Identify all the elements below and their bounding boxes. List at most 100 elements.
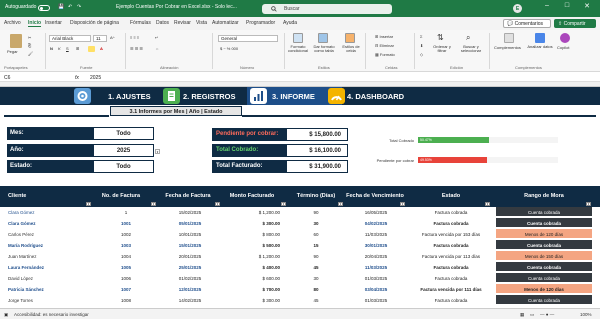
insert-cells-button[interactable]: ⊞ Insertar [375,34,393,39]
table-row[interactable]: Juan Martínez 1004 20/01/2025 $ 1,200.00 90 2… [0,251,600,261]
copilot-icon[interactable] [560,33,570,43]
tab-formulas[interactable]: Fórmulas [130,20,151,26]
tab-archivo[interactable]: Archivo [4,20,21,26]
tab-disposicion[interactable]: Disposición de página [70,20,119,26]
find-select-icon[interactable]: ⌕ [466,33,470,43]
estado-select[interactable]: Todo [93,160,154,173]
filter-icon[interactable]: ▾ [586,202,591,206]
redo-icon[interactable]: ↷ [77,4,81,10]
sort-filter-icon[interactable]: ⇅ [437,33,444,42]
nav-informe[interactable]: 3. INFORME [272,87,315,105]
table-format-icon[interactable] [318,33,328,43]
analyze-data-icon[interactable] [535,33,545,43]
underline-icon[interactable]: S [66,46,69,51]
comments-button[interactable]: 💬 Comentarios [503,19,551,28]
number-format-select[interactable]: General [218,35,278,42]
tab-revisar[interactable]: Revisar [174,20,191,26]
align-left-icon[interactable]: ☰ ☰ ☰ [130,46,143,51]
conditional-format-icon[interactable] [293,33,303,43]
fill-icon[interactable]: ⬇ [420,43,423,48]
filter-icon[interactable]: ▾ [485,202,490,206]
tab-automatizar[interactable]: Automatizar [212,20,239,26]
tab-datos[interactable]: Datos [156,20,169,26]
copilot-button[interactable]: Copilot [557,45,569,50]
tab-vista[interactable]: Vista [196,20,207,26]
font-name-select[interactable]: Arial Black [49,35,91,42]
paste-icon[interactable] [10,34,22,48]
table-row[interactable]: María Rodríguez 1003 15/01/2025 $ 500.00 15 3… [0,240,600,250]
find-select-button[interactable]: Buscar y seleccionar [456,44,486,54]
sort-filter-button[interactable]: Ordenar y filtrar [430,44,454,54]
conditional-format-button[interactable]: Formato condicional [287,44,309,54]
cell-styles-button[interactable]: Estilos de celda [340,44,362,54]
analyze-data-button[interactable]: Analizar datos [527,44,553,49]
table-row[interactable]: David López 1006 01/02/2025 $ 600.00 30 01/03… [0,273,600,283]
fill-color-icon[interactable] [88,46,95,52]
table-row[interactable]: Jorge Torres 1008 14/02/2025 $ 300.00 45 01/0… [0,295,600,305]
format-cells-button[interactable]: ▦ Formato [375,52,395,57]
save-icon[interactable]: 💾 [58,4,64,10]
report-icon[interactable] [250,88,267,104]
paste-button[interactable]: Pegar [7,49,18,54]
accessibility-status[interactable]: Accesibilidad: es necesario investigar [14,312,89,317]
cell-styles-icon[interactable] [345,33,355,43]
table-row[interactable]: Patricia Sánchez 1007 12/01/2025 $ 700.00 80… [0,284,600,294]
font-color-icon[interactable]: A [100,46,103,51]
merge-icon[interactable]: ⇔ [155,46,159,51]
addins-icon[interactable] [504,33,514,43]
table-row[interactable]: Clara Gómez 1 15/02/2025 $ 1,200.00 90 16/05/… [0,207,600,217]
currency-icon[interactable]: $ ~ % 000 [220,46,238,51]
copy-icon[interactable]: ⎘ [28,43,31,48]
maximize-icon[interactable]: □ [560,2,574,14]
wrap-text-icon[interactable]: ↵ [155,35,158,40]
view-layout-icon[interactable]: ▭ [530,312,534,318]
filter-icon[interactable]: ▾ [338,202,343,206]
formula-input[interactable]: 2025 [90,75,101,81]
table-row[interactable]: Laura Fernández 1005 25/01/2025 $ 400.00 45 1… [0,262,600,272]
undo-icon[interactable]: ↶ [68,4,72,10]
filter-icon[interactable]: ▾ [151,202,156,206]
user-avatar[interactable]: E [513,4,522,13]
format-painter-icon[interactable]: 🖌 [28,51,33,56]
table-row[interactable]: Clara Gómez 1001 05/01/2025 $ 300.00 30 04/02… [0,218,600,228]
zoom-level[interactable]: 100% [580,312,592,317]
anio-select[interactable]: 2025 [93,144,154,157]
filter-icon[interactable]: ▾ [281,202,286,206]
close-icon[interactable]: ✕ [580,2,594,14]
borders-icon[interactable]: ⊞ [76,46,79,51]
chevron-down-icon[interactable]: ▾ [155,149,160,154]
clear-icon[interactable]: ◇ [420,52,423,57]
tab-programador[interactable]: Programador [246,20,275,26]
delete-cells-button[interactable]: ⊟ Eliminar [375,43,394,48]
font-size-select[interactable]: 11 [93,35,107,42]
fx-icon[interactable]: fx [75,75,79,81]
tab-ayuda[interactable]: Ayuda [283,20,297,26]
zoom-slider[interactable]: — ● — [540,312,554,317]
table-row[interactable]: Carlos Pérez 1002 10/01/2025 $ 800.00 60 11/0… [0,229,600,239]
nav-dashboard[interactable]: 4. DASHBOARD [347,87,404,105]
align-top-icon[interactable]: ≡ ≡ ≡ [130,35,139,40]
table-format-button[interactable]: Dar formato como tabla [311,44,337,54]
view-normal-icon[interactable]: ▦ [520,312,524,318]
cut-icon[interactable]: ✂ [28,35,31,40]
nav-registros[interactable]: 2. REGISTROS [183,87,236,105]
autosave-toggle[interactable] [38,5,50,11]
nav-ajustes[interactable]: 1. AJUSTES [108,87,151,105]
name-box[interactable]: C6 [4,75,10,81]
gear-icon[interactable] [74,88,91,104]
share-button[interactable]: ⇧ Compartir [554,19,596,28]
autosum-icon[interactable]: Σ [420,34,422,39]
tab-inicio[interactable]: Inicio [28,20,42,27]
minimize-icon[interactable]: – [540,2,554,14]
font-grow-icon[interactable]: A^ [110,35,115,40]
mes-select[interactable]: Todo [93,127,154,140]
search-box[interactable]: Buscar [262,4,392,14]
document-icon[interactable] [163,88,180,104]
addins-button[interactable]: Complementos [494,45,521,50]
dashboard-icon[interactable] [328,88,345,104]
filter-icon[interactable]: ▾ [86,202,91,206]
bold-icon[interactable]: N [50,46,53,51]
tab-insertar[interactable]: Insertar [45,20,62,26]
filter-icon[interactable]: ▾ [400,202,405,206]
italic-icon[interactable]: K [58,46,61,51]
